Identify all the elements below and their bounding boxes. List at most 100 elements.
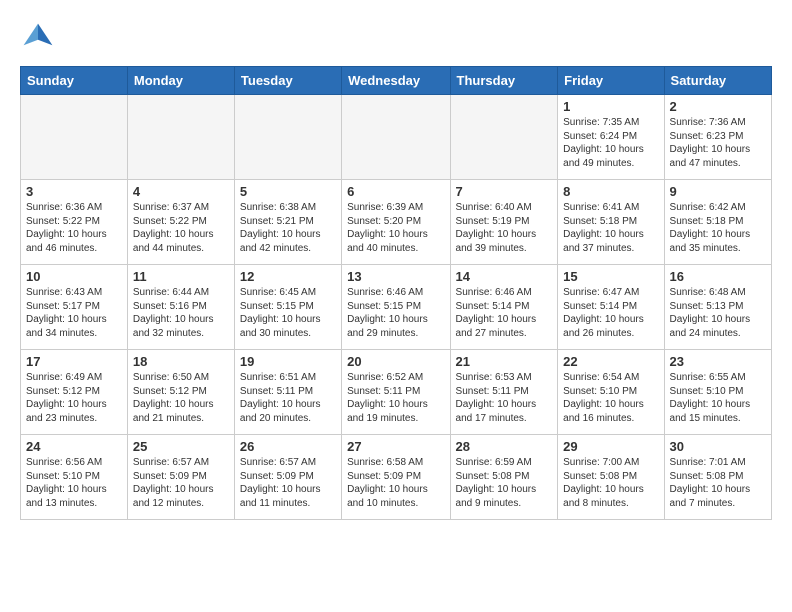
header (20, 20, 772, 56)
day-info: Sunrise: 6:48 AM Sunset: 5:13 PM Dayligh… (670, 286, 766, 340)
calendar-cell (450, 95, 558, 180)
calendar-cell: 1 Sunrise: 7:35 AM Sunset: 6:24 PM Daylig… (558, 95, 664, 180)
day-number: 2 (670, 99, 766, 114)
calendar-cell: 10 Sunrise: 6:43 AM Sunset: 5:17 PM Dayli… (21, 265, 128, 350)
calendar-cell: 5 Sunrise: 6:38 AM Sunset: 5:21 PM Daylig… (234, 180, 341, 265)
day-number: 27 (347, 439, 444, 454)
day-number: 19 (240, 354, 336, 369)
day-info: Sunrise: 6:52 AM Sunset: 5:11 PM Dayligh… (347, 371, 444, 425)
day-info: Sunrise: 6:55 AM Sunset: 5:10 PM Dayligh… (670, 371, 766, 425)
day-number: 24 (26, 439, 122, 454)
day-info: Sunrise: 6:49 AM Sunset: 5:12 PM Dayligh… (26, 371, 122, 425)
calendar-cell: 30 Sunrise: 7:01 AM Sunset: 5:08 PM Dayli… (664, 435, 771, 520)
calendar-cell: 25 Sunrise: 6:57 AM Sunset: 5:09 PM Dayli… (127, 435, 234, 520)
day-number: 10 (26, 269, 122, 284)
day-number: 17 (26, 354, 122, 369)
day-number: 8 (563, 184, 658, 199)
day-info: Sunrise: 6:59 AM Sunset: 5:08 PM Dayligh… (456, 456, 553, 510)
weekday-header-wednesday: Wednesday (342, 67, 450, 95)
day-number: 21 (456, 354, 553, 369)
weekday-header-tuesday: Tuesday (234, 67, 341, 95)
day-number: 4 (133, 184, 229, 199)
day-info: Sunrise: 6:57 AM Sunset: 5:09 PM Dayligh… (240, 456, 336, 510)
calendar-cell: 26 Sunrise: 6:57 AM Sunset: 5:09 PM Dayli… (234, 435, 341, 520)
day-number: 1 (563, 99, 658, 114)
calendar-cell (234, 95, 341, 180)
day-info: Sunrise: 6:57 AM Sunset: 5:09 PM Dayligh… (133, 456, 229, 510)
page: SundayMondayTuesdayWednesdayThursdayFrid… (0, 0, 792, 530)
day-number: 5 (240, 184, 336, 199)
day-number: 26 (240, 439, 336, 454)
day-info: Sunrise: 7:35 AM Sunset: 6:24 PM Dayligh… (563, 116, 658, 170)
weekday-header-thursday: Thursday (450, 67, 558, 95)
day-info: Sunrise: 6:44 AM Sunset: 5:16 PM Dayligh… (133, 286, 229, 340)
calendar-cell: 24Sunrise: 6:56 AM Sunset: 5:10 PM Dayli… (21, 435, 128, 520)
day-number: 14 (456, 269, 553, 284)
logo (20, 20, 60, 56)
weekday-header-row: SundayMondayTuesdayWednesdayThursdayFrid… (21, 67, 772, 95)
day-info: Sunrise: 6:58 AM Sunset: 5:09 PM Dayligh… (347, 456, 444, 510)
calendar-cell: 28 Sunrise: 6:59 AM Sunset: 5:08 PM Dayli… (450, 435, 558, 520)
calendar-cell: 19 Sunrise: 6:51 AM Sunset: 5:11 PM Dayli… (234, 350, 341, 435)
day-info: Sunrise: 6:38 AM Sunset: 5:21 PM Dayligh… (240, 201, 336, 255)
day-number: 9 (670, 184, 766, 199)
day-info: Sunrise: 6:53 AM Sunset: 5:11 PM Dayligh… (456, 371, 553, 425)
day-info: Sunrise: 6:47 AM Sunset: 5:14 PM Dayligh… (563, 286, 658, 340)
weekday-header-friday: Friday (558, 67, 664, 95)
calendar-cell: 27 Sunrise: 6:58 AM Sunset: 5:09 PM Dayli… (342, 435, 450, 520)
calendar-cell: 29Sunrise: 7:00 AM Sunset: 5:08 PM Dayli… (558, 435, 664, 520)
calendar-cell: 17 Sunrise: 6:49 AM Sunset: 5:12 PM Dayli… (21, 350, 128, 435)
day-info: Sunrise: 6:46 AM Sunset: 5:15 PM Dayligh… (347, 286, 444, 340)
week-row-4: 17 Sunrise: 6:49 AM Sunset: 5:12 PM Dayli… (21, 350, 772, 435)
week-row-5: 24Sunrise: 6:56 AM Sunset: 5:10 PM Dayli… (21, 435, 772, 520)
calendar-cell: 14 Sunrise: 6:46 AM Sunset: 5:14 PM Dayli… (450, 265, 558, 350)
calendar-cell: 22 Sunrise: 6:54 AM Sunset: 5:10 PM Dayli… (558, 350, 664, 435)
calendar-cell: 8 Sunrise: 6:41 AM Sunset: 5:18 PM Daylig… (558, 180, 664, 265)
day-info: Sunrise: 6:45 AM Sunset: 5:15 PM Dayligh… (240, 286, 336, 340)
day-number: 29 (563, 439, 658, 454)
week-row-2: 3Sunrise: 6:36 AM Sunset: 5:22 PM Daylig… (21, 180, 772, 265)
day-info: Sunrise: 6:46 AM Sunset: 5:14 PM Dayligh… (456, 286, 553, 340)
calendar-cell: 3Sunrise: 6:36 AM Sunset: 5:22 PM Daylig… (21, 180, 128, 265)
week-row-1: 1 Sunrise: 7:35 AM Sunset: 6:24 PM Daylig… (21, 95, 772, 180)
day-info: Sunrise: 6:54 AM Sunset: 5:10 PM Dayligh… (563, 371, 658, 425)
day-number: 13 (347, 269, 444, 284)
day-number: 20 (347, 354, 444, 369)
calendar-cell: 2 Sunrise: 7:36 AM Sunset: 6:23 PM Daylig… (664, 95, 771, 180)
day-info: Sunrise: 7:01 AM Sunset: 5:08 PM Dayligh… (670, 456, 766, 510)
day-number: 11 (133, 269, 229, 284)
day-number: 23 (670, 354, 766, 369)
day-number: 12 (240, 269, 336, 284)
calendar-cell: 23 Sunrise: 6:55 AM Sunset: 5:10 PM Dayli… (664, 350, 771, 435)
day-info: Sunrise: 6:37 AM Sunset: 5:22 PM Dayligh… (133, 201, 229, 255)
calendar-cell (127, 95, 234, 180)
logo-icon (20, 20, 56, 56)
day-info: Sunrise: 6:42 AM Sunset: 5:18 PM Dayligh… (670, 201, 766, 255)
day-number: 6 (347, 184, 444, 199)
day-number: 22 (563, 354, 658, 369)
day-info: Sunrise: 6:41 AM Sunset: 5:18 PM Dayligh… (563, 201, 658, 255)
calendar-cell: 18 Sunrise: 6:50 AM Sunset: 5:12 PM Dayli… (127, 350, 234, 435)
weekday-header-saturday: Saturday (664, 67, 771, 95)
calendar-cell (21, 95, 128, 180)
day-number: 28 (456, 439, 553, 454)
calendar-cell: 13 Sunrise: 6:46 AM Sunset: 5:15 PM Dayli… (342, 265, 450, 350)
day-info: Sunrise: 7:36 AM Sunset: 6:23 PM Dayligh… (670, 116, 766, 170)
calendar-cell: 15 Sunrise: 6:47 AM Sunset: 5:14 PM Dayli… (558, 265, 664, 350)
calendar-cell: 20 Sunrise: 6:52 AM Sunset: 5:11 PM Dayli… (342, 350, 450, 435)
weekday-header-monday: Monday (127, 67, 234, 95)
calendar-cell: 12 Sunrise: 6:45 AM Sunset: 5:15 PM Dayli… (234, 265, 341, 350)
day-info: Sunrise: 6:36 AM Sunset: 5:22 PM Dayligh… (26, 201, 122, 255)
day-number: 30 (670, 439, 766, 454)
calendar-table: SundayMondayTuesdayWednesdayThursdayFrid… (20, 66, 772, 520)
day-info: Sunrise: 6:51 AM Sunset: 5:11 PM Dayligh… (240, 371, 336, 425)
calendar-cell: 11 Sunrise: 6:44 AM Sunset: 5:16 PM Dayli… (127, 265, 234, 350)
day-number: 25 (133, 439, 229, 454)
calendar-cell: 21 Sunrise: 6:53 AM Sunset: 5:11 PM Dayli… (450, 350, 558, 435)
day-number: 18 (133, 354, 229, 369)
day-number: 7 (456, 184, 553, 199)
day-number: 15 (563, 269, 658, 284)
day-info: Sunrise: 6:43 AM Sunset: 5:17 PM Dayligh… (26, 286, 122, 340)
day-info: Sunrise: 6:50 AM Sunset: 5:12 PM Dayligh… (133, 371, 229, 425)
calendar-cell: 6Sunrise: 6:39 AM Sunset: 5:20 PM Daylig… (342, 180, 450, 265)
